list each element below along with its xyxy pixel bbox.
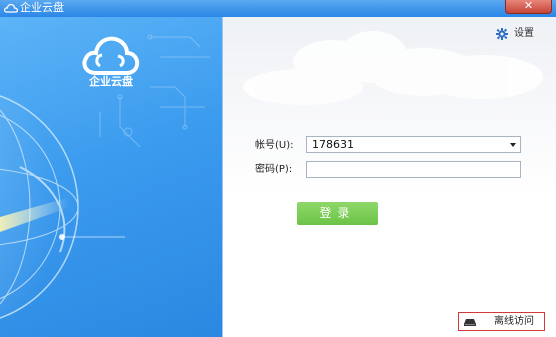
- brand-banner: 企业云盘: [0, 17, 222, 337]
- cloud-icon: [3, 3, 19, 13]
- account-value: 178631: [312, 138, 354, 151]
- login-button[interactable]: 登录: [297, 202, 378, 225]
- window-title: 企业云盘: [20, 1, 64, 14]
- settings-button[interactable]: 设置: [496, 27, 534, 41]
- settings-label: 设置: [514, 28, 534, 39]
- offline-access-label: 离线访问: [494, 316, 534, 327]
- offline-access-button[interactable]: 离线访问: [458, 312, 545, 331]
- brand-logo-text: 企业云盘: [89, 75, 133, 88]
- login-window: 企业云盘 ✕ 企业云盘 设置 帐号(U): 178631 密码(P): 登录 离…: [0, 0, 556, 337]
- dropdown-arrow-icon[interactable]: [510, 143, 516, 147]
- hard-drive-icon: [464, 319, 476, 326]
- password-label: 密码(P):: [255, 164, 293, 175]
- account-dropdown[interactable]: 178631: [306, 136, 521, 153]
- close-button[interactable]: ✕: [505, 0, 552, 14]
- account-label: 帐号(U):: [255, 140, 294, 151]
- close-icon: ✕: [523, 0, 534, 12]
- password-field[interactable]: [306, 161, 521, 178]
- gear-icon: [496, 28, 508, 40]
- title-bar[interactable]: 企业云盘 ✕: [0, 0, 556, 17]
